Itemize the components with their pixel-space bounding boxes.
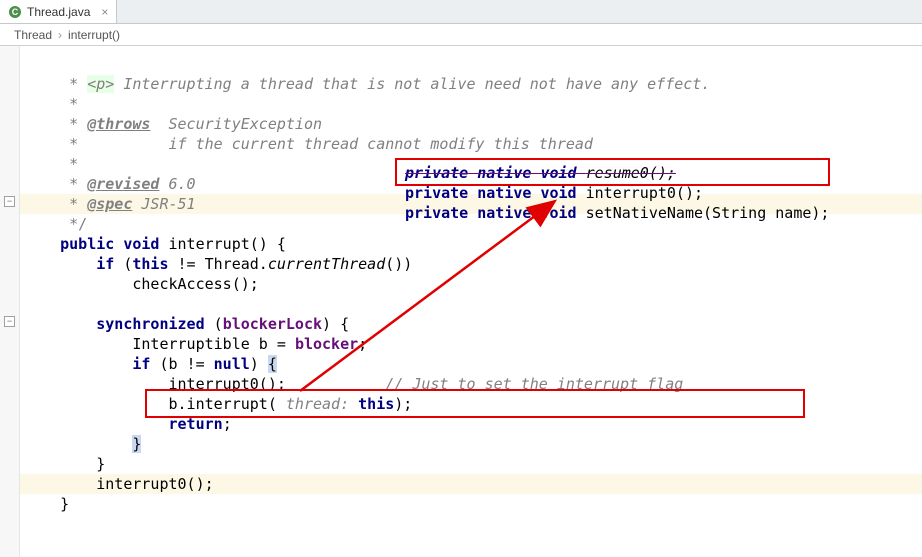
overlay-line: private native void setNativeName(String… bbox=[405, 204, 829, 222]
code-line: interrupt0(); bbox=[24, 475, 214, 493]
code-line: public void interrupt() { bbox=[24, 235, 286, 253]
code-editor[interactable]: − − * <p> Interrupting a thread that is … bbox=[0, 46, 922, 557]
chevron-right-icon: › bbox=[58, 28, 62, 42]
gutter: − − bbox=[0, 46, 20, 557]
breadcrumb-class[interactable]: Thread bbox=[14, 28, 52, 42]
code-line: } bbox=[24, 455, 105, 473]
svg-text:C: C bbox=[12, 7, 19, 17]
overlay-snippet: private native void resume0(); private n… bbox=[405, 143, 829, 243]
code-line: * @revised 6.0 bbox=[24, 175, 196, 193]
code-line: * @spec JSR-51 bbox=[24, 195, 196, 213]
code-line: } bbox=[24, 495, 69, 513]
fold-toggle[interactable]: − bbox=[4, 196, 15, 207]
file-tab[interactable]: C Thread.java × bbox=[0, 0, 117, 23]
fold-toggle[interactable]: − bbox=[4, 316, 15, 327]
code-line: Interruptible b = blocker; bbox=[24, 335, 367, 353]
close-icon[interactable]: × bbox=[101, 5, 108, 19]
code-area[interactable]: * <p> Interrupting a thread that is not … bbox=[24, 54, 710, 534]
code-line: * <p> Interrupting a thread that is not … bbox=[24, 75, 710, 93]
code-line: checkAccess(); bbox=[24, 275, 259, 293]
code-line: if (this != Thread.currentThread()) bbox=[24, 255, 412, 273]
breadcrumb: Thread › interrupt() bbox=[0, 24, 922, 46]
breadcrumb-method[interactable]: interrupt() bbox=[68, 28, 120, 42]
code-line: * bbox=[24, 95, 78, 113]
code-line: return; bbox=[24, 415, 232, 433]
code-line: interrupt0(); // Just to set the interru… bbox=[24, 375, 683, 393]
class-icon: C bbox=[8, 5, 22, 19]
file-tab-label: Thread.java bbox=[27, 5, 90, 19]
overlay-line: private native void interrupt0(); bbox=[405, 184, 703, 202]
code-line: */ bbox=[24, 215, 87, 233]
code-line: synchronized (blockerLock) { bbox=[24, 315, 349, 333]
code-line: b.interrupt( thread: this); bbox=[24, 395, 412, 413]
overlay-line: private native void resume0(); bbox=[405, 164, 676, 182]
code-line: } bbox=[24, 435, 141, 453]
code-line: * bbox=[24, 155, 78, 173]
code-line: if (b != null) { bbox=[24, 355, 277, 373]
code-line: * @throws SecurityException bbox=[24, 115, 322, 133]
tab-bar: C Thread.java × bbox=[0, 0, 922, 24]
